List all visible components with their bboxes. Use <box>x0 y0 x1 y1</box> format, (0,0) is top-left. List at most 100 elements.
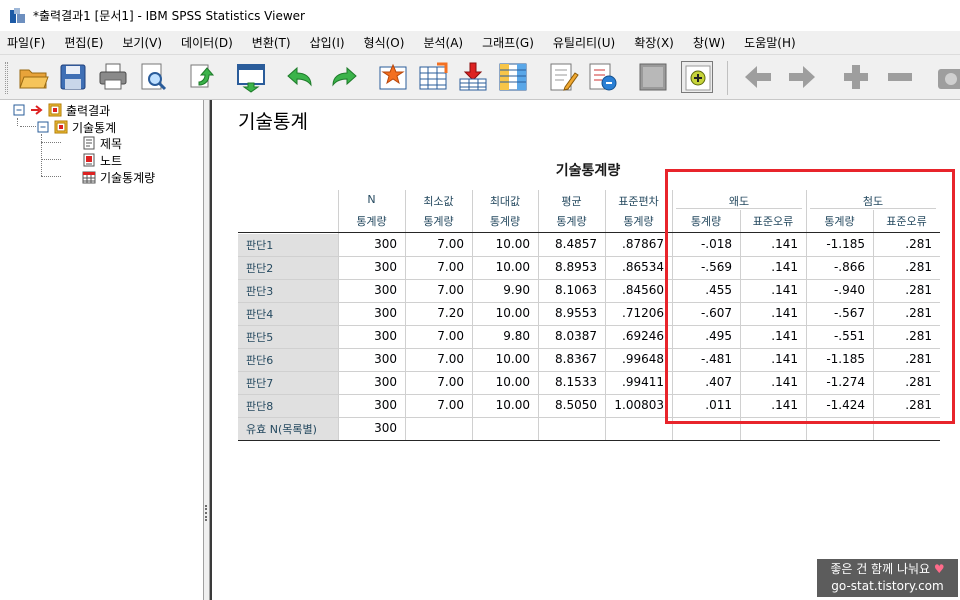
table-cell[interactable]: 300 <box>338 375 397 389</box>
table-cell[interactable]: 7.00 <box>405 398 464 412</box>
designate-window-icon[interactable] <box>637 61 669 93</box>
table-cell[interactable]: 10.00 <box>472 260 530 274</box>
table-cell[interactable]: 300 <box>338 398 397 412</box>
promote-icon[interactable] <box>742 61 774 93</box>
expand-icon[interactable] <box>840 61 872 93</box>
insert-cases-icon[interactable] <box>457 61 489 93</box>
table-cell[interactable]: 8.1533 <box>538 375 597 389</box>
goto-data-icon[interactable] <box>235 61 267 93</box>
select-cases-icon[interactable] <box>547 61 579 93</box>
tree-node-statistics[interactable]: 기술통계량 <box>82 169 155 185</box>
table-cell[interactable]: 7.00 <box>405 375 464 389</box>
table-cell[interactable]: 7.00 <box>405 237 464 251</box>
table-cell[interactable]: .71206 <box>605 306 664 320</box>
table-cell[interactable]: .86534 <box>605 260 664 274</box>
table-cell[interactable]: 7.00 <box>405 260 464 274</box>
menu-item[interactable]: 그래프(G) <box>482 34 534 51</box>
table-icon <box>82 170 96 184</box>
table-cell[interactable]: 300 <box>338 283 397 297</box>
column-divider <box>338 417 339 440</box>
table-cell[interactable]: 10.00 <box>472 398 530 412</box>
splitter-grip[interactable] <box>205 505 208 521</box>
menu-item[interactable]: 변환(T) <box>252 34 291 51</box>
collapse-toggle-icon[interactable] <box>36 120 50 134</box>
toolbar <box>0 55 960 100</box>
table-cell[interactable]: 8.1063 <box>538 283 597 297</box>
column-divider <box>472 279 473 302</box>
row-divider <box>238 440 940 441</box>
save-icon[interactable] <box>57 61 89 93</box>
table-cell[interactable]: 300 <box>338 352 397 366</box>
menu-item[interactable]: 확장(X) <box>634 34 674 51</box>
tree-label-descriptives: 기술통계 <box>72 120 117 135</box>
menu-item[interactable]: 유틸리티(U) <box>553 34 615 51</box>
table-cell[interactable]: 8.8953 <box>538 260 597 274</box>
table-cell[interactable]: 300 <box>338 260 397 274</box>
table-cell[interactable]: 7.00 <box>405 283 464 297</box>
column-divider <box>338 256 339 279</box>
table-cell[interactable]: .69246 <box>605 329 664 343</box>
undo-icon[interactable] <box>285 61 317 93</box>
table-cell[interactable]: 8.9553 <box>538 306 597 320</box>
print-preview-icon[interactable] <box>137 61 169 93</box>
menu-item[interactable]: 편집(E) <box>64 34 103 51</box>
show-all-icon[interactable] <box>681 61 713 93</box>
table-cell[interactable]: 9.80 <box>472 329 530 343</box>
export-icon[interactable] <box>185 61 217 93</box>
menu-item[interactable]: 분석(A) <box>423 34 463 51</box>
show-icon[interactable] <box>932 61 960 93</box>
table-cell[interactable]: 7.20 <box>405 306 464 320</box>
column-divider <box>538 302 539 325</box>
print-icon[interactable] <box>97 61 129 93</box>
table-cell[interactable]: 10.00 <box>472 375 530 389</box>
tree-node-title[interactable]: 제목 <box>82 135 122 151</box>
column-divider <box>605 279 606 302</box>
tree-node-descriptives[interactable]: 기술통계 <box>36 119 116 135</box>
table-cell[interactable]: 10.00 <box>472 306 530 320</box>
menu-item[interactable]: 도움말(H) <box>744 34 796 51</box>
menu-item[interactable]: 삽입(I) <box>310 34 345 51</box>
redo-icon[interactable] <box>327 61 359 93</box>
menu-item[interactable]: 데이터(D) <box>181 34 233 51</box>
table-cell[interactable]: 10.00 <box>472 352 530 366</box>
toolbar-grip[interactable] <box>5 62 8 94</box>
table-cell[interactable]: 300 <box>338 329 397 343</box>
table-cell[interactable]: 7.00 <box>405 352 464 366</box>
column-divider <box>405 348 406 371</box>
table-cell[interactable]: 10.00 <box>472 237 530 251</box>
tree-label-output: 출력결과 <box>66 103 111 118</box>
table-cell[interactable]: 300 <box>338 421 397 435</box>
collapse-toggle-icon[interactable] <box>12 103 26 117</box>
table-cell[interactable]: 1.00803 <box>605 398 664 412</box>
table-cell[interactable]: 8.0387 <box>538 329 597 343</box>
open-icon[interactable] <box>17 61 49 93</box>
tree-node-output[interactable]: 출력결과 <box>12 102 110 118</box>
table-cell[interactable]: 300 <box>338 306 397 320</box>
output-heading[interactable]: 기술통계 <box>238 107 308 134</box>
menu-item[interactable]: 파일(F) <box>7 34 45 51</box>
table-cell[interactable]: 300 <box>338 237 397 251</box>
outline-pane: 출력결과 기술통계 제목 노트 기술통계량 <box>0 100 204 600</box>
split-file-icon[interactable] <box>497 61 529 93</box>
demote-icon[interactable] <box>786 61 818 93</box>
menu-item[interactable]: 보기(V) <box>122 34 162 51</box>
table-cell[interactable]: .99648 <box>605 352 664 366</box>
column-divider <box>405 279 406 302</box>
table-cell[interactable]: 7.00 <box>405 329 464 343</box>
menu-item[interactable]: 형식(O) <box>364 34 405 51</box>
tree-label-statistics: 기술통계량 <box>100 170 156 185</box>
table-cell[interactable]: 9.90 <box>472 283 530 297</box>
goto-case-icon[interactable] <box>377 61 409 93</box>
column-divider <box>338 371 339 394</box>
goto-variable-icon[interactable] <box>417 61 449 93</box>
tree-node-notes[interactable]: 노트 <box>82 152 122 168</box>
table-cell[interactable]: 8.8367 <box>538 352 597 366</box>
table-cell[interactable]: 8.4857 <box>538 237 597 251</box>
value-labels-icon[interactable] <box>587 61 619 93</box>
table-cell[interactable]: .84560 <box>605 283 664 297</box>
table-cell[interactable]: 8.5050 <box>538 398 597 412</box>
collapse-icon[interactable] <box>884 61 916 93</box>
menu-item[interactable]: 창(W) <box>693 34 725 51</box>
table-cell[interactable]: .87867 <box>605 237 664 251</box>
table-cell[interactable]: .99411 <box>605 375 664 389</box>
